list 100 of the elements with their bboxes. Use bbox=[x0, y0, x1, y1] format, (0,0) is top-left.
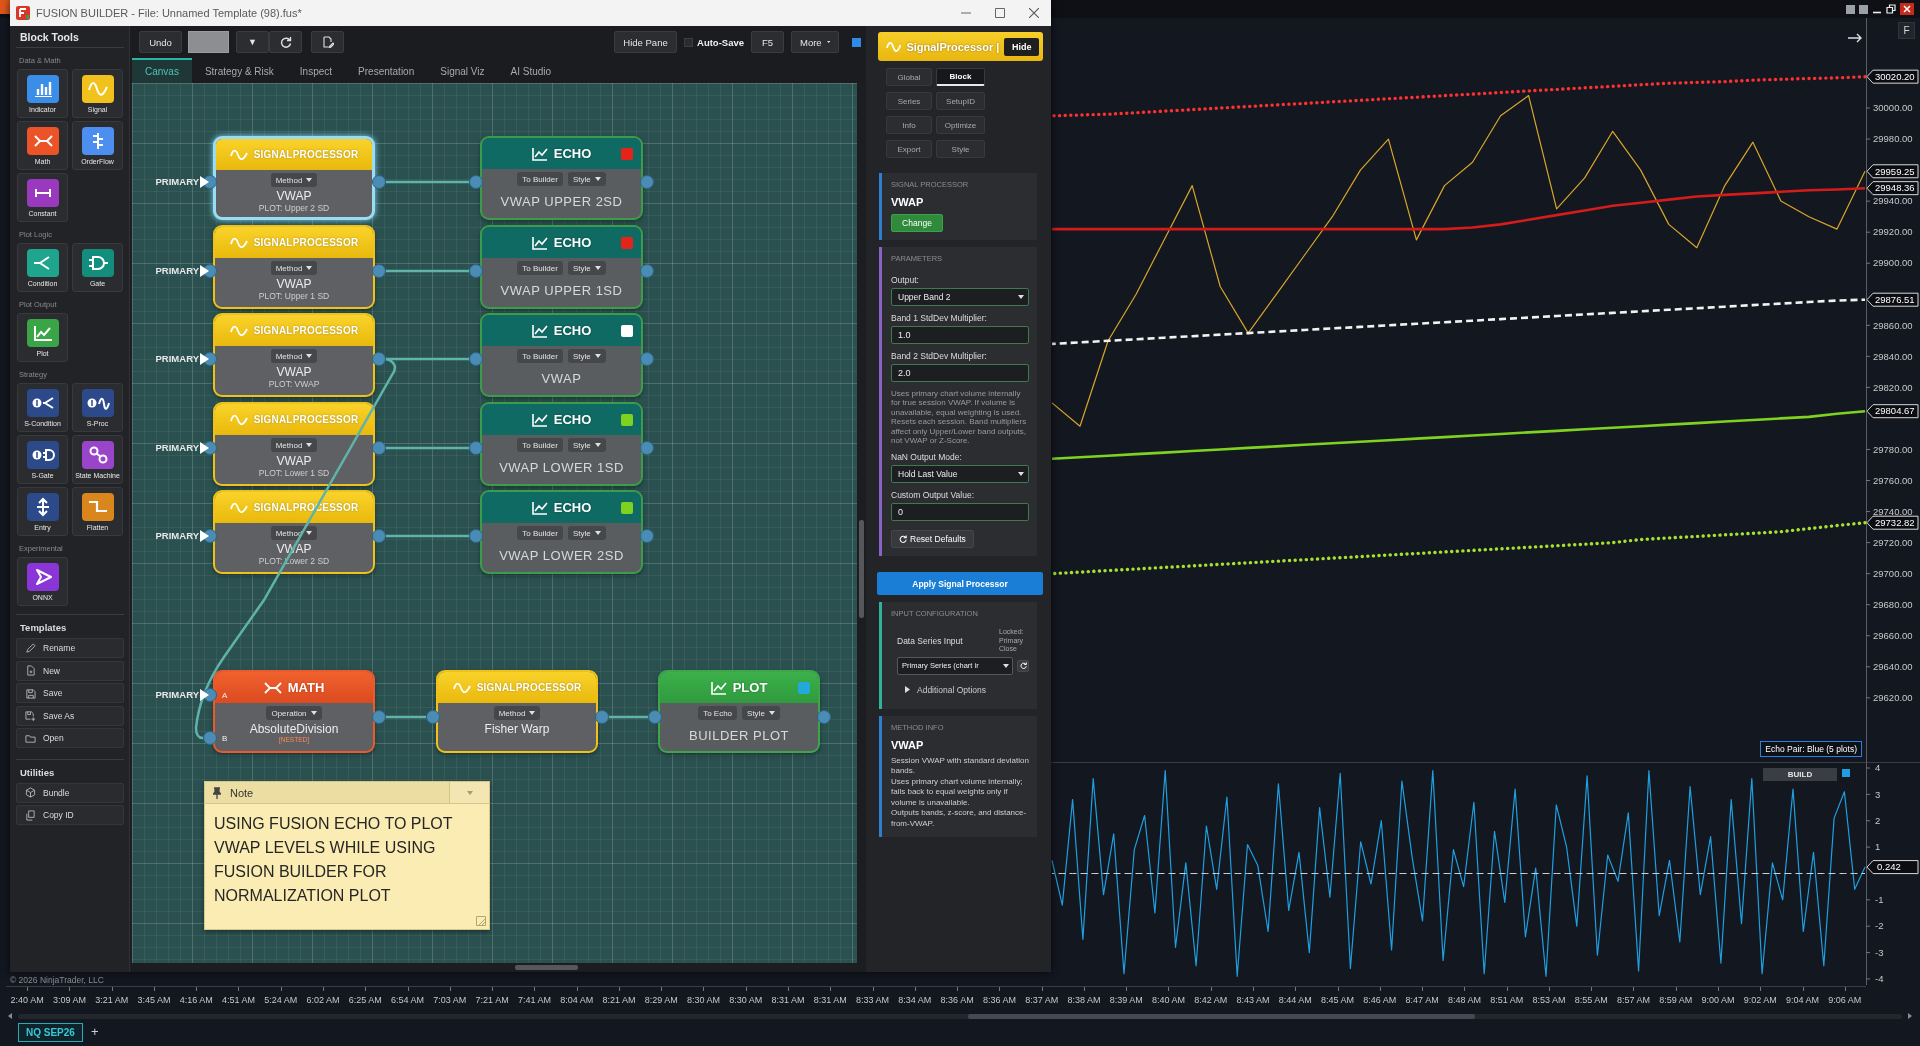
dropdown-button[interactable]: Method bbox=[270, 261, 318, 275]
select-field[interactable]: Upper Band 2 bbox=[891, 288, 1029, 306]
dropdown-button[interactable]: Method bbox=[493, 706, 541, 720]
refresh-icon bbox=[1019, 662, 1027, 670]
tab[interactable]: Canvas bbox=[132, 58, 192, 83]
change-button[interactable]: Change bbox=[891, 214, 943, 232]
restore-icon[interactable] bbox=[1886, 4, 1896, 14]
refresh-button[interactable] bbox=[269, 31, 302, 53]
signal-processor-node[interactable]: SIGNALPROCESSOR Method VWAP PLOT: Upper 2 SD bbox=[213, 136, 375, 220]
tab[interactable]: SetupID bbox=[936, 92, 985, 110]
tab[interactable]: Signal Viz bbox=[427, 58, 498, 83]
plot-swatch-icon[interactable] bbox=[798, 681, 810, 694]
sticky-note[interactable]: Note USING FUSION ECHO TO PLOT VWAP LEVELS WHILE USING FUSION BUILDER FOR NORMALIZATION PLOT bbox=[204, 781, 490, 930]
dropdown-button[interactable]: ▼ bbox=[236, 31, 269, 53]
chip-button[interactable]: To Builder bbox=[517, 172, 563, 186]
hide-pane-button[interactable]: Hide Pane bbox=[614, 31, 677, 53]
undo-button[interactable]: Undo bbox=[139, 31, 182, 53]
port-label: B bbox=[222, 734, 228, 743]
dropdown-button[interactable]: Style bbox=[567, 438, 606, 452]
tab[interactable]: Block bbox=[936, 68, 985, 86]
plot-swatch-icon[interactable] bbox=[621, 501, 633, 514]
refresh-button[interactable] bbox=[1017, 659, 1029, 672]
disclosure-toggle[interactable]: Additional Options bbox=[905, 684, 986, 695]
sidebar-menu-item[interactable]: Copy ID bbox=[16, 805, 124, 825]
edit-button[interactable] bbox=[311, 31, 344, 53]
scroll-right-icon[interactable] bbox=[1908, 1013, 1912, 1019]
dropdown-button[interactable]: Method bbox=[270, 349, 318, 363]
dropdown-button[interactable]: Style bbox=[567, 349, 606, 363]
tab[interactable]: Series bbox=[886, 92, 932, 110]
hide-button[interactable]: Hide bbox=[1004, 37, 1039, 56]
tab[interactable]: Style bbox=[936, 140, 985, 158]
chip-button[interactable]: To Echo bbox=[698, 706, 738, 720]
echo-node[interactable]: ECHO To Builder Style VWAP bbox=[480, 313, 643, 397]
arrow-right-icon[interactable] bbox=[1848, 33, 1862, 43]
tab[interactable]: Export bbox=[886, 140, 932, 158]
signal-processor-node[interactable]: SIGNALPROCESSOR Method VWAP PLOT: VWAP bbox=[213, 313, 375, 397]
sidebar-menu-item[interactable]: Save bbox=[16, 683, 124, 703]
more-button[interactable]: More bbox=[791, 31, 839, 53]
text-input[interactable]: 1.0 bbox=[891, 326, 1029, 344]
tab[interactable]: Presentation bbox=[345, 58, 428, 83]
close-icon[interactable] bbox=[1029, 8, 1039, 18]
plot-swatch-icon[interactable] bbox=[621, 324, 633, 337]
signal-processor-node[interactable]: SIGNALPROCESSOR Method Fisher Warp bbox=[436, 670, 598, 753]
line-chart-icon bbox=[531, 412, 548, 427]
plot-swatch-icon[interactable] bbox=[621, 236, 633, 249]
horizontal-scrollbar[interactable] bbox=[132, 963, 866, 972]
shortcut-button[interactable]: F5 bbox=[751, 31, 784, 53]
resize-grip-icon[interactable] bbox=[476, 916, 486, 926]
dropdown-button[interactable]: Method bbox=[270, 173, 318, 187]
square-icon[interactable] bbox=[1859, 4, 1868, 14]
sidebar-menu-item[interactable]: Rename bbox=[16, 638, 124, 658]
dropdown-button[interactable]: Operation bbox=[266, 706, 322, 720]
echo-node[interactable]: ECHO To Builder Style VWAP LOWER 1SD bbox=[480, 402, 643, 486]
close-icon[interactable] bbox=[1900, 3, 1914, 15]
sidebar-menu-item[interactable]: Open bbox=[16, 728, 124, 748]
dropdown-button[interactable]: Style bbox=[742, 706, 780, 720]
dropdown-button[interactable]: Method bbox=[270, 438, 318, 452]
chip-button[interactable]: To Builder bbox=[517, 438, 563, 452]
instrument-tab[interactable]: NQ SEP26 bbox=[18, 1022, 83, 1042]
maximize-icon[interactable] bbox=[995, 8, 1005, 18]
reset-defaults-button[interactable]: Reset Defaults bbox=[891, 530, 974, 549]
scroll-left-icon[interactable] bbox=[8, 1013, 12, 1019]
price-value-label: 29804.67 bbox=[1866, 404, 1919, 419]
tab[interactable]: Info bbox=[886, 116, 932, 134]
plot-swatch-icon[interactable] bbox=[621, 413, 633, 426]
dropdown-button[interactable]: Style bbox=[567, 526, 606, 540]
tab[interactable]: Inspect bbox=[286, 58, 346, 83]
dropdown-button[interactable]: Style bbox=[567, 261, 606, 275]
sidebar-menu-item[interactable]: New bbox=[16, 660, 124, 681]
signal-processor-node[interactable]: SIGNALPROCESSOR Method VWAP PLOT: Upper 1 SD bbox=[213, 225, 375, 309]
chip-button[interactable]: To Builder bbox=[517, 261, 563, 275]
chip-button[interactable]: To Builder bbox=[517, 526, 563, 540]
add-tab-button[interactable]: + bbox=[88, 1025, 101, 1039]
echo-node[interactable]: ECHO To Builder Style VWAP UPPER 2SD bbox=[480, 136, 643, 220]
tab[interactable]: Optimize bbox=[936, 116, 985, 134]
port-icon[interactable] bbox=[426, 710, 440, 724]
apply-button[interactable]: Apply Signal Processor bbox=[877, 572, 1043, 596]
sidebar-menu-item[interactable]: Bundle bbox=[16, 782, 124, 803]
build-button[interactable]: BUILD bbox=[1763, 768, 1837, 781]
horizontal-scrollbar[interactable] bbox=[18, 1013, 1902, 1019]
checkbox[interactable] bbox=[684, 37, 693, 47]
tab[interactable]: AI Studio bbox=[497, 58, 565, 83]
echo-node[interactable]: ECHO To Builder Style VWAP UPPER 1SD bbox=[480, 225, 643, 309]
select-field[interactable]: Hold Last Value bbox=[891, 465, 1029, 484]
tab[interactable]: Strategy & Risk bbox=[191, 58, 287, 83]
square-indicator-icon[interactable] bbox=[852, 37, 861, 47]
text-input[interactable]: 2.0 bbox=[891, 364, 1029, 382]
echo-node[interactable]: ECHO To Builder Style VWAP LOWER 2SD bbox=[480, 490, 643, 574]
plot-swatch-icon[interactable] bbox=[621, 147, 633, 160]
input-field[interactable] bbox=[188, 31, 229, 53]
corner-button[interactable]: F bbox=[1898, 22, 1915, 39]
text-input[interactable]: 0 bbox=[891, 503, 1029, 522]
square-icon[interactable] bbox=[1846, 4, 1855, 14]
signal-processor-node[interactable]: SIGNALPROCESSOR Method VWAP PLOT: Lower 1 SD bbox=[213, 402, 375, 486]
sidebar-menu-item[interactable]: Save As bbox=[16, 705, 124, 726]
chip-button[interactable]: To Builder bbox=[517, 349, 563, 363]
tab[interactable]: Global bbox=[886, 68, 932, 86]
time-axis-label: 8:29 AM bbox=[644, 995, 678, 1007]
plot-node[interactable]: PLOT To Echo Style BUILDER PLOT bbox=[658, 670, 820, 753]
dropdown-button[interactable]: Style bbox=[567, 172, 606, 186]
